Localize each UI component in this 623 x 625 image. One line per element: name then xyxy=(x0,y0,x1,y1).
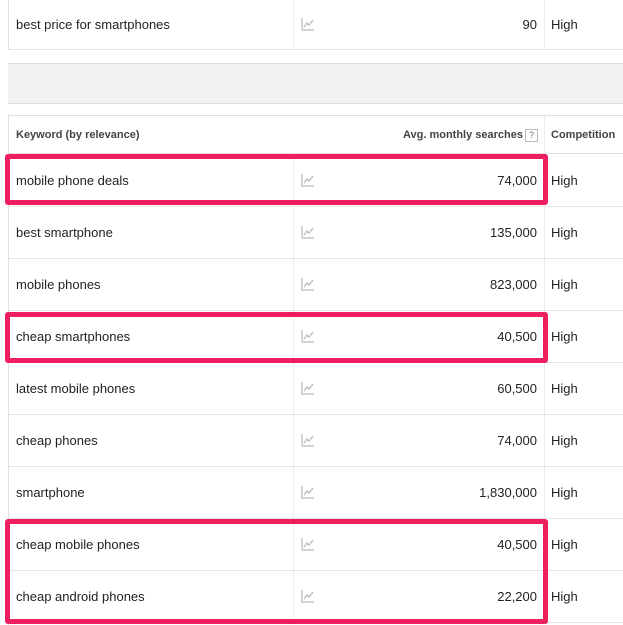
keyword-cell[interactable]: mobile phones xyxy=(16,259,101,310)
column-divider xyxy=(544,519,545,570)
keyword-cell[interactable]: smartphone xyxy=(16,467,85,518)
trend-chart-icon[interactable] xyxy=(301,433,315,447)
table-row[interactable]: mobile phone deals 74,000 High xyxy=(9,155,623,207)
competition-cell: High xyxy=(551,485,578,500)
keyword-cell[interactable]: best smartphone xyxy=(16,207,113,258)
table-row[interactable]: cheap smartphones 40,500 High xyxy=(9,311,623,363)
column-divider xyxy=(293,519,294,570)
column-divider xyxy=(544,259,545,310)
table-row[interactable]: latest mobile phones 60,500 High xyxy=(9,363,623,415)
competition-cell: High xyxy=(551,589,578,604)
table-row[interactable]: cheap android phones 22,200 High xyxy=(9,571,623,623)
avg-searches-cell: 22,200 xyxy=(497,589,537,604)
column-divider xyxy=(293,155,294,206)
column-divider xyxy=(293,259,294,310)
avg-searches-cell: 823,000 xyxy=(490,277,537,292)
avg-searches-cell: 40,500 xyxy=(497,537,537,552)
help-icon[interactable]: ? xyxy=(525,129,538,142)
keyword-cell[interactable]: cheap mobile phones xyxy=(16,519,140,570)
column-divider xyxy=(293,415,294,466)
column-divider xyxy=(293,207,294,258)
competition-cell: High xyxy=(551,17,578,32)
column-divider xyxy=(544,207,545,258)
avg-searches-cell: 74,000 xyxy=(497,433,537,448)
column-divider xyxy=(544,415,545,466)
table-row[interactable]: smartphone 1,830,000 High xyxy=(9,467,623,519)
column-divider xyxy=(544,155,545,206)
column-divider xyxy=(544,311,545,362)
keyword-cell[interactable]: cheap smartphones xyxy=(16,311,130,362)
column-divider xyxy=(544,571,545,622)
avg-searches-cell: 1,830,000 xyxy=(479,485,537,500)
column-divider xyxy=(544,0,545,49)
competition-cell: High xyxy=(551,329,578,344)
trend-chart-icon[interactable] xyxy=(301,329,315,343)
keyword-cell[interactable]: best price for smartphones xyxy=(16,0,170,49)
trend-chart-icon[interactable] xyxy=(301,17,315,31)
avg-searches-cell: 60,500 xyxy=(497,381,537,396)
trend-chart-icon[interactable] xyxy=(301,381,315,395)
competition-cell: High xyxy=(551,173,578,188)
keyword-cell[interactable]: cheap android phones xyxy=(16,571,145,622)
column-divider xyxy=(544,116,545,153)
table-row[interactable]: cheap phones 74,000 High xyxy=(9,415,623,467)
trend-chart-icon[interactable] xyxy=(301,589,315,603)
avg-searches-cell: 40,500 xyxy=(497,329,537,344)
competition-cell: High xyxy=(551,381,578,396)
column-divider xyxy=(544,363,545,414)
column-divider xyxy=(544,467,545,518)
column-divider xyxy=(293,311,294,362)
keyword-cell[interactable]: latest mobile phones xyxy=(16,363,135,414)
table-row[interactable]: mobile phones 823,000 High xyxy=(9,259,623,311)
competition-cell: High xyxy=(551,225,578,240)
table-header: Keyword (by relevance) Avg. monthly sear… xyxy=(9,116,623,154)
avg-searches-cell: 74,000 xyxy=(497,173,537,188)
table-row[interactable]: best smartphone 135,000 High xyxy=(9,207,623,259)
column-divider xyxy=(293,467,294,518)
avg-searches-cell: 90 xyxy=(522,17,537,32)
keyword-cell[interactable]: mobile phone deals xyxy=(16,155,129,206)
keyword-column-header[interactable]: Keyword (by relevance) xyxy=(16,129,140,141)
competition-cell: High xyxy=(551,277,578,292)
competition-cell: High xyxy=(551,433,578,448)
trend-chart-icon[interactable] xyxy=(301,277,315,291)
competition-cell: High xyxy=(551,537,578,552)
table-row[interactable]: best price for smartphones 90 High xyxy=(9,0,623,50)
column-divider xyxy=(293,0,294,49)
competition-column-header[interactable]: Competition xyxy=(551,129,615,141)
avg-searches-cell: 135,000 xyxy=(490,225,537,240)
keyword-cell[interactable]: cheap phones xyxy=(16,415,98,466)
previous-results-panel: best price for smartphones 90 High xyxy=(8,0,623,50)
table-row[interactable]: cheap mobile phones 40,500 High xyxy=(9,519,623,571)
trend-chart-icon[interactable] xyxy=(301,485,315,499)
trend-chart-icon[interactable] xyxy=(301,225,315,239)
column-divider xyxy=(293,363,294,414)
avg-searches-column-header[interactable]: Avg. monthly searches xyxy=(403,129,523,141)
trend-chart-icon[interactable] xyxy=(301,173,315,187)
trend-chart-icon[interactable] xyxy=(301,537,315,551)
keyword-ideas-table: Keyword (by relevance) Avg. monthly sear… xyxy=(8,115,623,625)
column-divider xyxy=(293,571,294,622)
section-separator xyxy=(8,63,623,104)
